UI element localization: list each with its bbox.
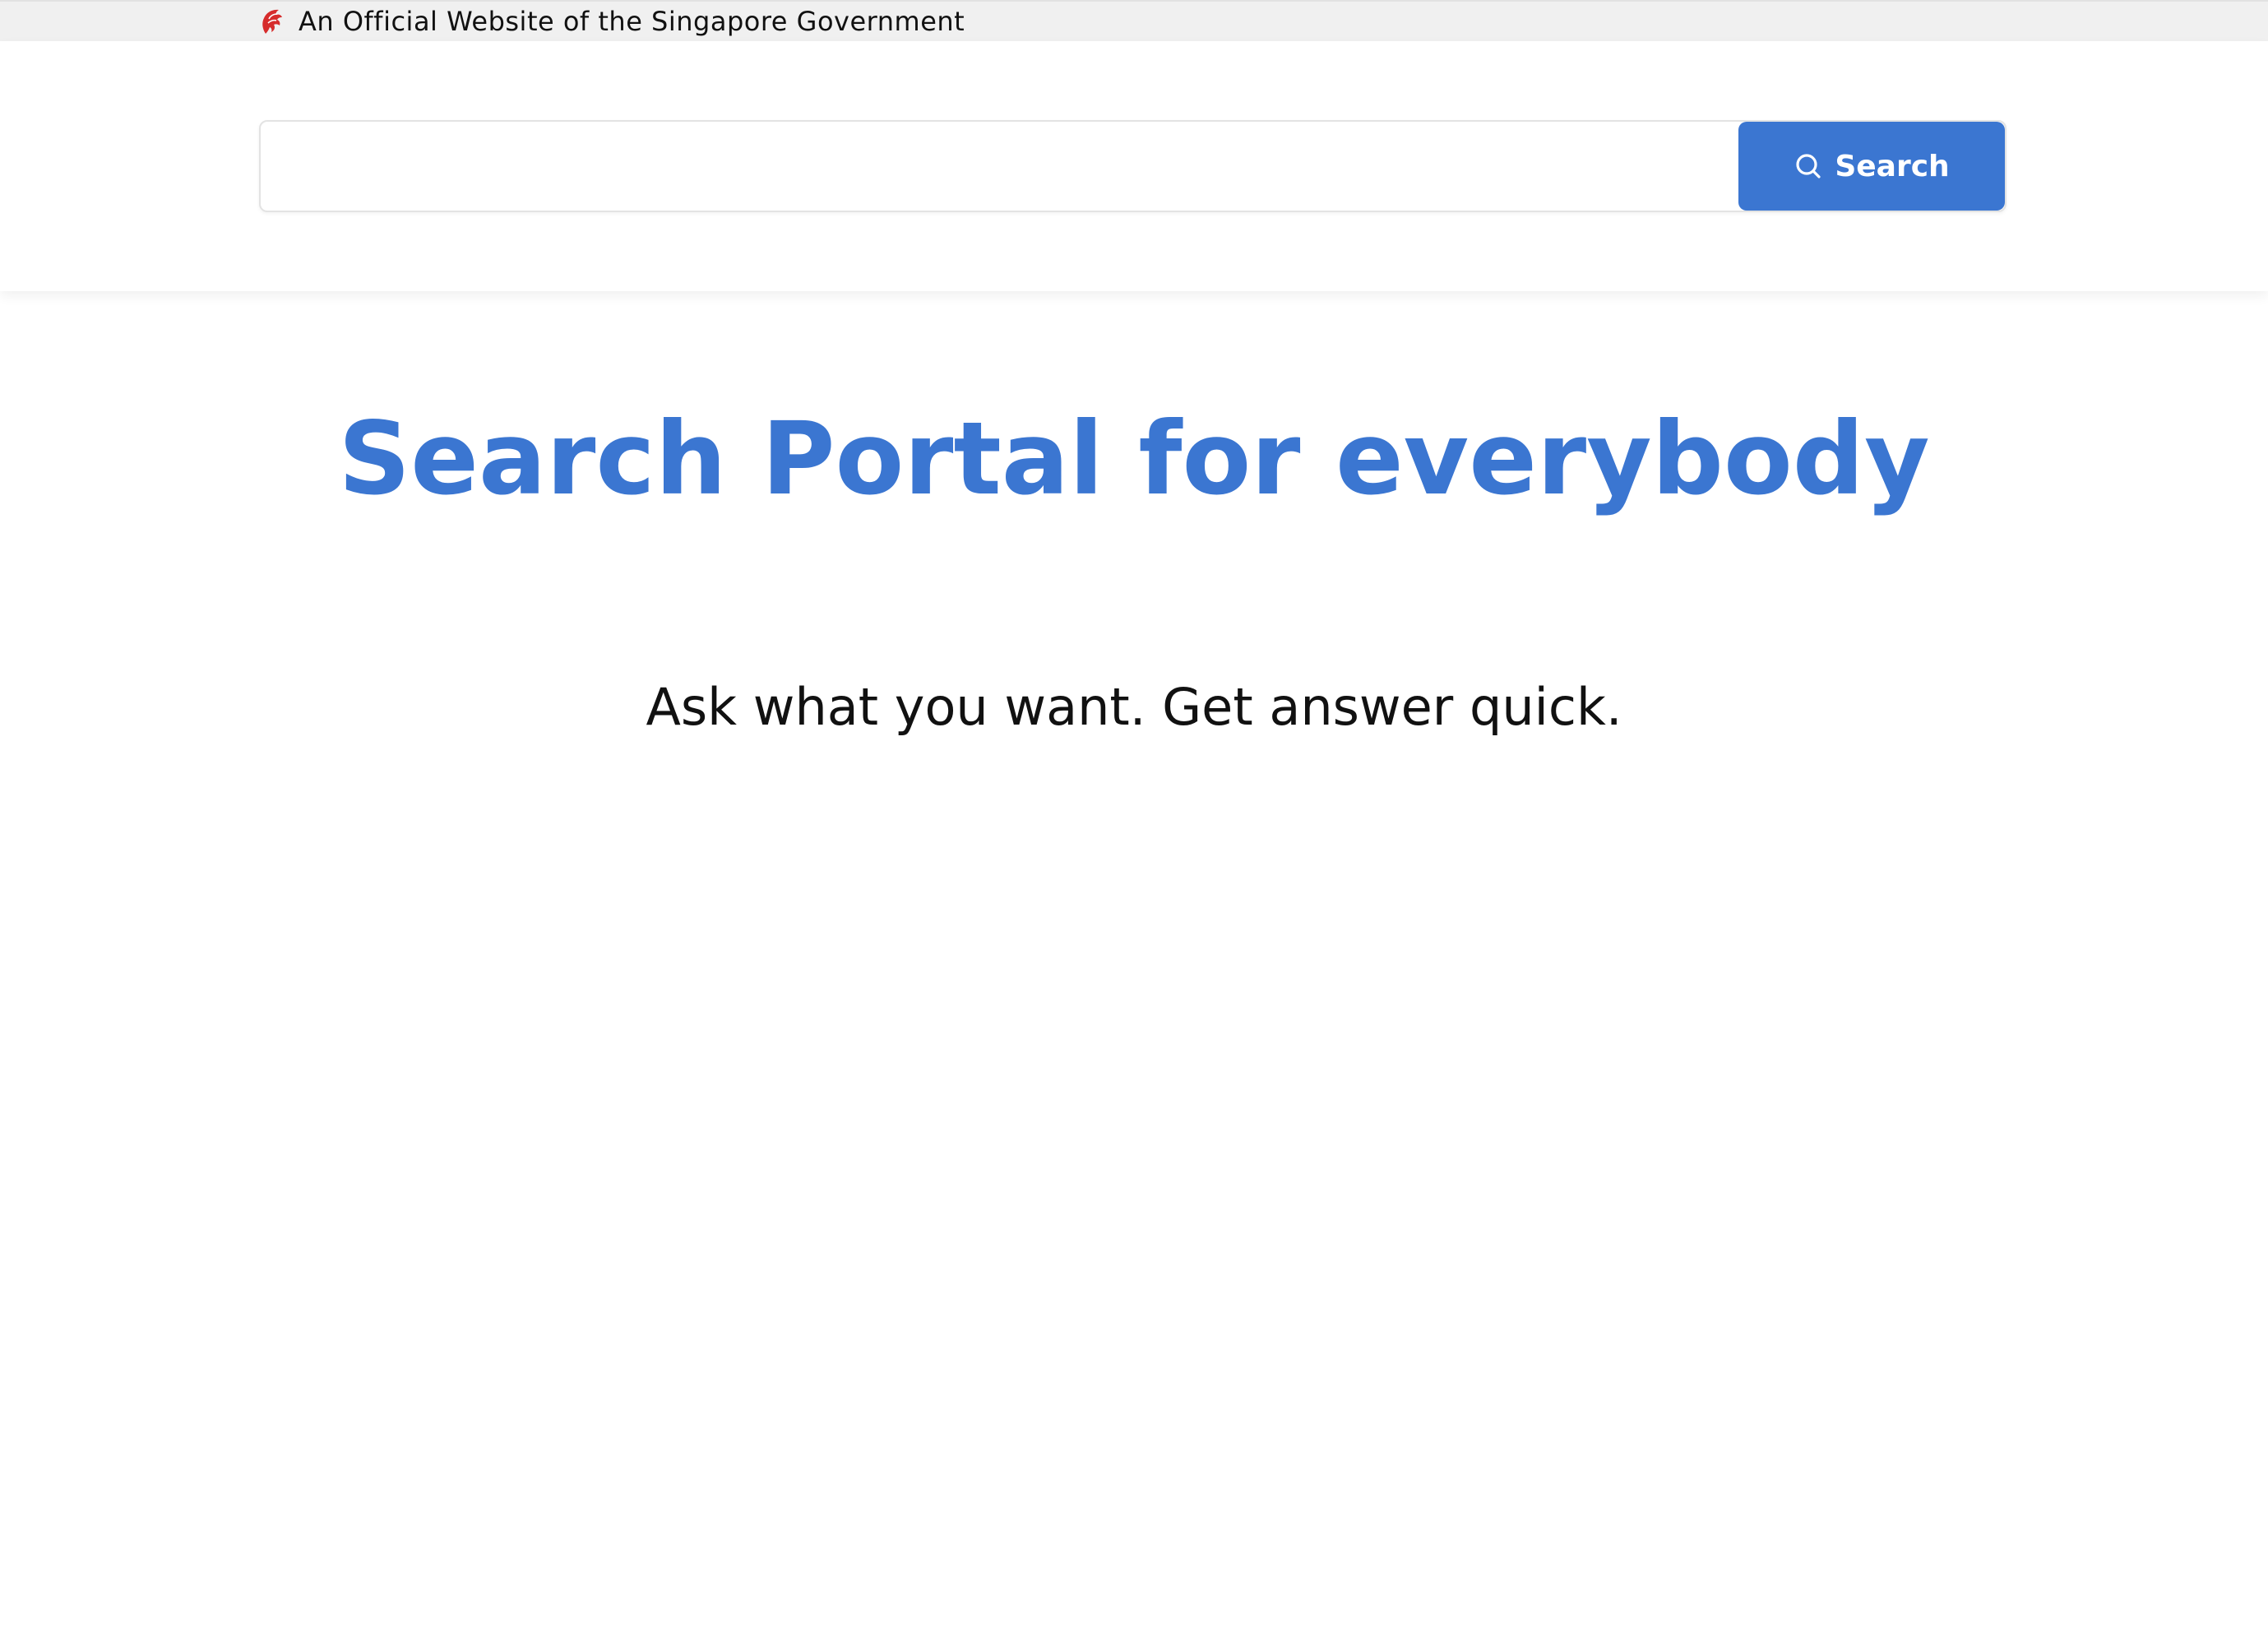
search-bar: Search [259,120,2006,212]
search-header: Search [0,41,2268,291]
masthead-content: An Official Website of the Singapore Gov… [259,2,965,41]
search-button[interactable]: Search [1738,122,2005,211]
search-input[interactable] [261,122,1738,211]
page-subtitle: Ask what you want. Get answer quick. [646,677,1622,737]
search-icon [1794,151,1823,181]
singapore-lion-head-icon [259,7,284,35]
government-masthead: An Official Website of the Singapore Gov… [0,0,2268,41]
page-title: Search Portal for everybody [338,401,1930,517]
masthead-text: An Official Website of the Singapore Gov… [299,6,965,37]
search-button-label: Search [1835,149,1950,183]
